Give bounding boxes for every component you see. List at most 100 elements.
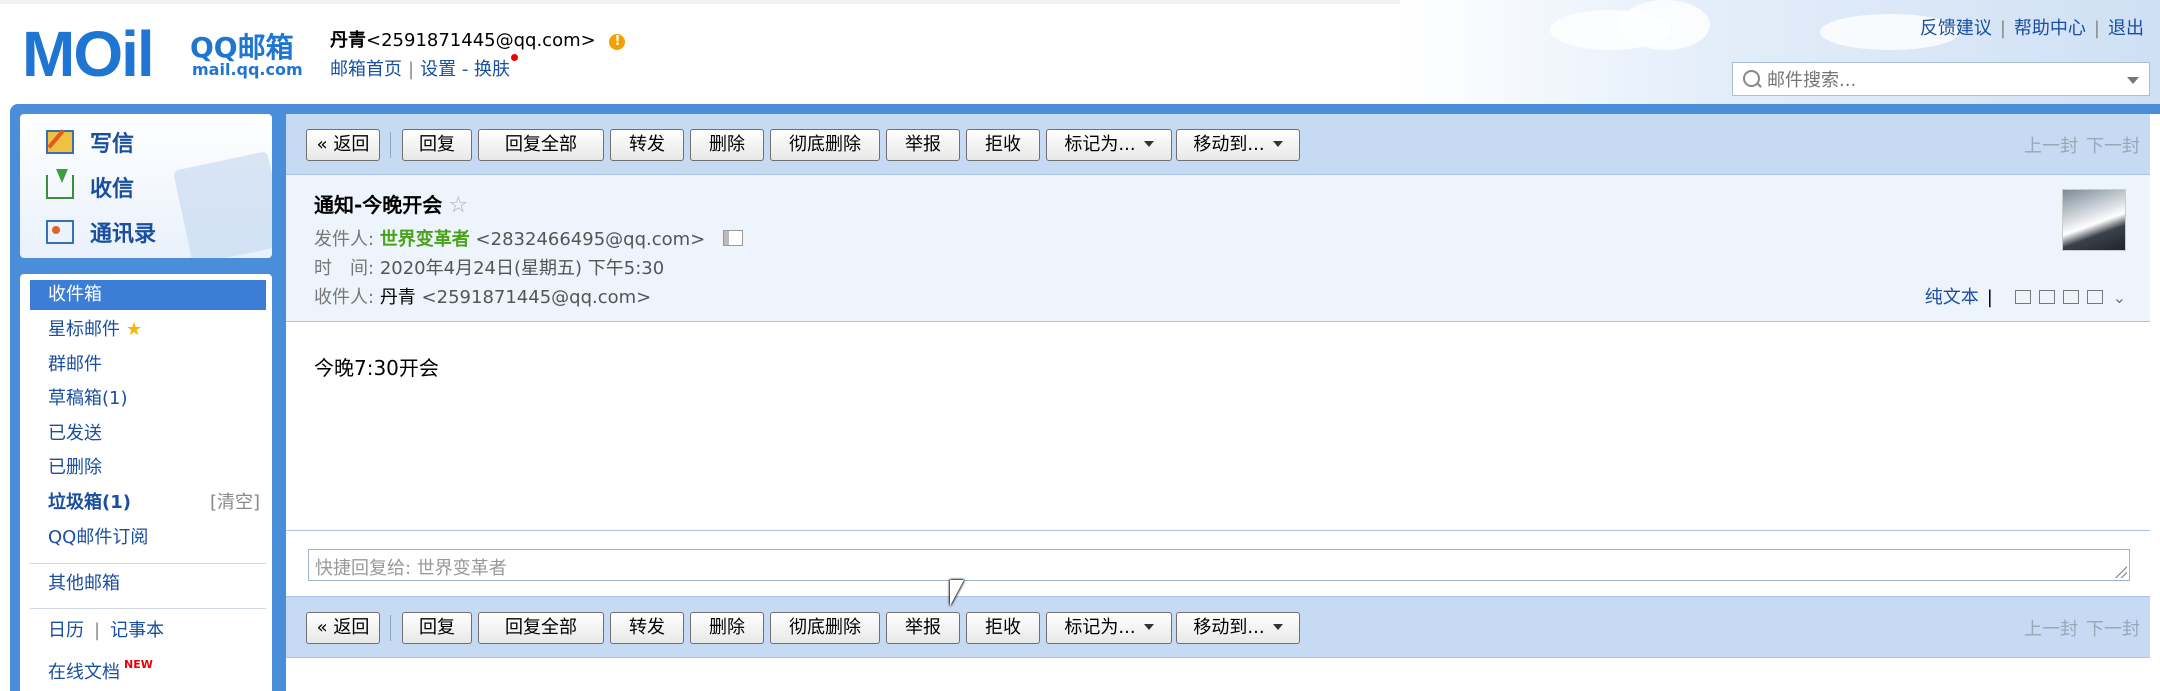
help-center-link[interactable]: 帮助中心: [2014, 18, 2086, 39]
quick-actions-panel: 写信 收信 通讯录: [20, 114, 272, 258]
notes-link[interactable]: 记事本: [110, 620, 164, 641]
mailbox-home-link[interactable]: 邮箱首页: [330, 59, 402, 80]
chevron-down-icon[interactable]: ⌄: [2113, 288, 2126, 307]
penguin-stamp-decoration: [173, 151, 272, 258]
chevron-down-icon: [1143, 624, 1154, 630]
online-docs-link[interactable]: 在线文档 NEW: [30, 650, 266, 683]
user-email: <2591871445@qq.com>: [366, 30, 596, 51]
delete-button[interactable]: 删除: [690, 129, 764, 161]
recipient-name[interactable]: 丹青: [380, 287, 416, 308]
folder-deleted[interactable]: 已删除: [30, 453, 266, 483]
logout-link[interactable]: 退出: [2108, 18, 2144, 39]
folder-divider: [30, 608, 266, 609]
resize-grip-icon[interactable]: [2115, 566, 2127, 578]
qq-mail-logo[interactable]: MOil QQ邮箱 mail.qq.com: [22, 22, 303, 86]
mail-subject: 通知-今晚开会 ☆: [314, 193, 469, 218]
delete-button[interactable]: 删除: [690, 612, 764, 644]
folder-sent[interactable]: 已发送: [30, 419, 266, 449]
write-label: 写信: [90, 132, 135, 157]
folder-spam[interactable]: 垃圾箱(1) [清空]: [30, 488, 266, 518]
write-icon: [46, 130, 74, 154]
feedback-link[interactable]: 反馈建议: [1920, 18, 1992, 39]
forward-button[interactable]: 转发: [610, 612, 684, 644]
user-info: 丹青<2591871445@qq.com> !: [330, 26, 626, 52]
time-row: 时 间: 2020年4月24日(星期五) 下午5:30: [314, 258, 665, 279]
prev-mail-link[interactable]: 上一封: [2024, 619, 2078, 640]
print-icon[interactable]: [2086, 290, 2103, 304]
forward-button[interactable]: 转发: [610, 129, 684, 161]
chevron-down-icon: [1272, 141, 1283, 147]
warning-icon[interactable]: !: [609, 34, 626, 50]
report-button[interactable]: 举报: [886, 612, 960, 644]
write-button[interactable]: 写信: [46, 124, 134, 160]
sender-email: <2832466495@qq.com>: [475, 229, 706, 250]
search-dropdown-icon[interactable]: [2127, 77, 2139, 84]
back-button[interactable]: « 返回: [306, 612, 380, 644]
mail-reader: « 返回 回复 回复全部 转发 删除 彻底删除 举报 拒收 标记为... 移动到…: [286, 114, 2160, 691]
sender-name[interactable]: 世界变革者: [380, 229, 470, 250]
back-button[interactable]: « 返回: [306, 129, 380, 161]
report-button[interactable]: 举报: [886, 129, 960, 161]
tools-row: 日历 | 记事本: [48, 620, 165, 641]
move-to-dropdown[interactable]: 移动到...: [1176, 129, 1300, 161]
delete-permanently-button[interactable]: 彻底删除: [770, 129, 880, 161]
search-input[interactable]: [1765, 66, 2099, 94]
calendar-link[interactable]: 日历: [48, 620, 84, 641]
mail-pager: 上一封 下一封: [2016, 615, 2140, 641]
plain-text-link[interactable]: 纯文本: [1925, 287, 1979, 308]
mail-header: 通知-今晚开会 ☆ 发件人: 世界变革者 <2832466495@qq.com> …: [286, 175, 2150, 322]
skin-link[interactable]: 换肤: [474, 59, 510, 80]
settings-link[interactable]: 设置: [420, 59, 456, 80]
header-links: 邮箱首页 | 设置 - 换肤: [330, 54, 519, 81]
reject-button[interactable]: 拒收: [966, 129, 1040, 161]
quick-reply-input[interactable]: 快捷回复给: 世界变革者: [308, 549, 2130, 581]
next-mail-link[interactable]: 下一封: [2086, 136, 2140, 157]
star-outline-icon[interactable]: ☆: [448, 193, 468, 218]
top-links: 反馈建议 | 帮助中心 | 退出: [1919, 18, 2144, 39]
top-toolbar: « 返回 回复 回复全部 转发 删除 彻底删除 举报 拒收 标记为... 移动到…: [286, 114, 2150, 175]
folder-subscriptions[interactable]: QQ邮件订阅: [30, 523, 266, 553]
receive-label: 收信: [90, 177, 135, 202]
folder-other-mailbox[interactable]: 其他邮箱: [30, 569, 266, 599]
bottom-toolbar: « 返回 回复 回复全部 转发 删除 彻底删除 举报 拒收 标记为... 移动到…: [286, 596, 2150, 658]
contacts-label: 通讯录: [90, 222, 157, 247]
mail-search-box[interactable]: [1732, 62, 2150, 96]
mark-as-dropdown[interactable]: 标记为...: [1046, 612, 1172, 644]
next-mail-link[interactable]: 下一封: [2086, 619, 2140, 640]
contact-card-icon[interactable]: [722, 230, 743, 246]
mark-as-dropdown[interactable]: 标记为...: [1046, 129, 1172, 161]
reply-all-button[interactable]: 回复全部: [478, 129, 604, 161]
folder-inbox[interactable]: 收件箱: [30, 280, 266, 310]
user-name: 丹青: [330, 30, 366, 51]
delete-permanently-button[interactable]: 彻底删除: [770, 612, 880, 644]
reject-button[interactable]: 拒收: [966, 612, 1040, 644]
receive-button[interactable]: 收信: [46, 169, 134, 205]
recipient-email: <2591871445@qq.com>: [421, 287, 652, 308]
reply-button[interactable]: 回复: [402, 129, 472, 161]
search-icon: [1743, 70, 1760, 87]
folder-group[interactable]: 群邮件: [30, 350, 266, 380]
new-window-icon[interactable]: [2014, 290, 2031, 304]
folder-drafts[interactable]: 草稿箱(1): [30, 384, 266, 414]
inbox-icon: [46, 169, 74, 199]
view-options: 纯文本 | ⌄: [1924, 287, 2126, 308]
download-icon[interactable]: [2062, 290, 2079, 304]
logo-domain: mail.qq.com: [192, 60, 303, 79]
contacts-button[interactable]: 通讯录: [46, 214, 156, 250]
maximize-icon[interactable]: [2038, 290, 2055, 304]
mail-pager: 上一封 下一封: [2016, 132, 2140, 158]
contacts-icon: [46, 220, 74, 244]
chevron-down-icon: [1143, 141, 1154, 147]
move-to-dropdown[interactable]: 移动到...: [1176, 612, 1300, 644]
header: MOil QQ邮箱 mail.qq.com 丹青<2591871445@qq.c…: [0, 0, 2160, 106]
reply-all-button[interactable]: 回复全部: [478, 612, 604, 644]
new-dot-icon: [511, 54, 519, 61]
skin-separator: -: [461, 59, 469, 80]
mouse-cursor-icon: [950, 580, 964, 606]
folder-starred[interactable]: 星标邮件 ★: [30, 315, 266, 345]
mail-time: 2020年4月24日(星期五) 下午5:30: [379, 258, 665, 279]
sender-avatar[interactable]: [2062, 189, 2126, 251]
prev-mail-link[interactable]: 上一封: [2024, 136, 2078, 157]
reply-button[interactable]: 回复: [402, 612, 472, 644]
spam-clear-link[interactable]: [清空]: [210, 488, 260, 518]
